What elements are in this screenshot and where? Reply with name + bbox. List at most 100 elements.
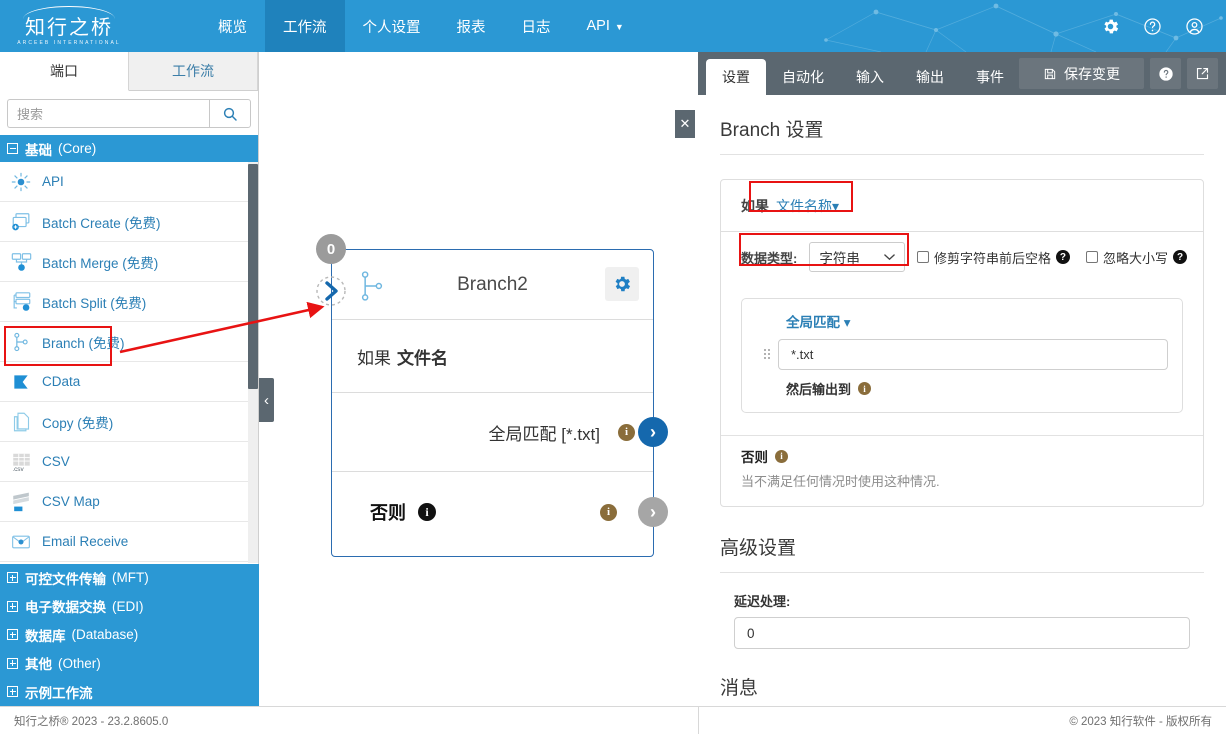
nav-label: 工作流 (283, 19, 327, 36)
node-input-connector[interactable] (315, 275, 347, 307)
nav-item-overview[interactable]: 概览 (200, 0, 265, 52)
sidebar-category-sample-workflows[interactable]: 示例工作流 (0, 677, 259, 706)
help-icon[interactable]: ? (1055, 250, 1070, 264)
sidebar-tab-label: 端口 (50, 63, 78, 79)
sidebar-item-label: Batch Merge (免费) (42, 255, 159, 271)
search-button[interactable] (209, 99, 251, 128)
rule-then-label: 然后输出到 (786, 382, 852, 397)
checkbox-label: 修剪字符串前后空格 (933, 250, 1051, 266)
else-title-label: 否则 (741, 450, 768, 465)
sidebar-item-label: API (42, 174, 64, 189)
trim-whitespace-checkbox[interactable]: 修剪字符串前后空格 ? (916, 248, 1070, 267)
node-else-output-connector[interactable]: › (638, 497, 668, 527)
sidebar-tab-label: 工作流 (172, 63, 214, 79)
info-icon[interactable]: i (775, 449, 788, 463)
rule-operator-label: 全局匹配 (786, 315, 840, 330)
batch-create-icon (8, 210, 34, 234)
nav-item-workflow[interactable]: 工作流 (265, 0, 345, 52)
tab-settings[interactable]: 设置 (706, 59, 766, 95)
sidebar-category-mft[interactable]: 可控文件传输 (MFT) (0, 563, 259, 592)
email-receive-icon (8, 530, 34, 554)
sidebar-item-branch[interactable]: Branch (免费) (0, 322, 258, 362)
drag-handle-icon[interactable] (756, 347, 778, 363)
node-rule-output-connector[interactable]: › (638, 417, 668, 447)
rule-box: 全局匹配 ▾ *.txt 然后输出到 i (741, 298, 1183, 413)
sidebar-item-cdata[interactable]: CData (0, 362, 258, 402)
branch-icon (361, 271, 383, 301)
sidebar-category-other[interactable]: 其他 (Other) (0, 649, 259, 678)
node-settings-gear-icon[interactable] (605, 267, 639, 301)
rule-pattern-input[interactable]: *.txt (778, 339, 1168, 370)
sidebar-scrollbar-thumb[interactable] (248, 164, 258, 389)
rule-operator-dropdown[interactable]: 全局匹配 ▾ (786, 311, 1168, 331)
category-label-en: (Other) (58, 655, 101, 671)
sidebar-tab-workflows[interactable]: 工作流 (129, 52, 258, 90)
search-input[interactable]: 搜索 (7, 99, 209, 128)
checkbox-label: 忽略大小写 (1102, 250, 1168, 266)
gear-icon[interactable] (1100, 16, 1120, 36)
api-icon (8, 170, 34, 194)
sidebar-item-batch-split[interactable]: Batch Split (免费) (0, 282, 258, 322)
info-icon[interactable]: i (600, 503, 617, 521)
save-button[interactable]: 保存变更 (1019, 58, 1144, 89)
panel-popout-button[interactable] (1187, 58, 1218, 89)
nav-item-reports[interactable]: 报表 (439, 0, 504, 52)
sidebar-item-email-receive[interactable]: Email Receive (0, 522, 258, 562)
node-else-row[interactable]: 否则 i i › (332, 472, 668, 552)
sidebar-item-copy[interactable]: Copy (免费) (0, 402, 258, 442)
workflow-node-branch2[interactable]: Branch2 如果 文件名 全局匹配 [*.txt] i › 否则 i i › (331, 249, 668, 557)
footer-copyright: © 2023 知行软件 - 版权所有 (1069, 715, 1212, 728)
workflow-canvas[interactable]: 0 Branch2 如果 文件名 全局匹配 [*.txt] i › 否则 i i… (260, 52, 698, 706)
tab-events[interactable]: 事件 (960, 59, 1020, 95)
nav-item-api[interactable]: API ▼ (569, 0, 642, 52)
plus-box-icon (7, 657, 18, 669)
app-logo[interactable]: 知行之桥 ARCEEB INTERNATIONAL (14, 3, 124, 49)
external-link-icon (1196, 67, 1209, 80)
plus-box-icon (7, 600, 18, 612)
nav-item-logs[interactable]: 日志 (504, 0, 569, 52)
condition-card: 如果 文件名称▾ 数据类型: 字符串 修剪字符串前后空格 ? 忽略大小写 ? 全… (720, 179, 1204, 507)
save-icon (1044, 68, 1056, 79)
panel-help-button[interactable] (1150, 58, 1181, 89)
delay-input[interactable]: 0 (734, 617, 1190, 649)
left-sidebar: 端口 工作流 搜索 基础 (Core) API Batch Create (免费… (0, 52, 259, 706)
nav-item-personal-settings[interactable]: 个人设置 (345, 0, 439, 52)
plus-box-icon (7, 686, 18, 698)
help-icon[interactable] (1142, 16, 1162, 36)
sidebar-category-edi[interactable]: 电子数据交换 (EDI) (0, 592, 259, 621)
condition-if-label: 如果 (741, 197, 769, 214)
help-icon[interactable]: ? (1173, 250, 1187, 264)
sidebar-category-database[interactable]: 数据库 (Database) (0, 620, 259, 649)
tab-input[interactable]: 输入 (840, 59, 900, 95)
sidebar-category-core[interactable]: 基础 (Core) (0, 135, 258, 162)
node-rule-row[interactable]: 全局匹配 [*.txt] i › (332, 393, 668, 472)
footer-version: 知行之桥® 2023 - 23.2.8605.0 (14, 715, 169, 728)
sidebar-item-csv[interactable]: .csv CSV (0, 442, 258, 482)
sidebar-item-batch-merge[interactable]: Batch Merge (免费) (0, 242, 258, 282)
condition-field-dropdown[interactable]: 文件名称▾ (776, 196, 839, 216)
sidebar-tab-ports[interactable]: 端口 (0, 52, 129, 91)
tab-output[interactable]: 输出 (900, 59, 960, 95)
svg-text:.csv: .csv (12, 466, 24, 473)
ignore-case-checkbox[interactable]: 忽略大小写 ? (1085, 248, 1187, 267)
nav-label: 报表 (456, 19, 486, 36)
footer-bar: 知行之桥® 2023 - 23.2.8605.0 © 2023 知行软件 - 版… (0, 706, 1226, 734)
tab-automation[interactable]: 自动化 (766, 59, 840, 95)
info-icon[interactable]: i (618, 423, 635, 441)
sidebar-item-batch-create[interactable]: Batch Create (免费) (0, 202, 258, 242)
account-icon[interactable] (1184, 16, 1204, 36)
info-icon[interactable]: i (858, 382, 872, 395)
nav-label: 概览 (218, 19, 247, 36)
sidebar-collapse-handle[interactable]: ‹ (259, 378, 274, 422)
divider (720, 572, 1204, 573)
else-section: 否则 i 当不满足任何情况时使用这种情况. (721, 435, 1203, 506)
sidebar-item-csv-map[interactable]: CSV Map (0, 482, 258, 522)
sidebar-scrollbar[interactable] (248, 162, 258, 563)
csv-icon: .csv (8, 450, 34, 474)
sidebar-item-label: Batch Create (免费) (42, 215, 161, 231)
datatype-select[interactable]: 字符串 (809, 242, 906, 272)
sidebar-item-api[interactable]: API (0, 162, 258, 202)
close-icon[interactable]: ✕ (675, 110, 695, 138)
info-icon[interactable]: i (418, 503, 436, 521)
sidebar-item-label: CSV Map (42, 494, 100, 509)
